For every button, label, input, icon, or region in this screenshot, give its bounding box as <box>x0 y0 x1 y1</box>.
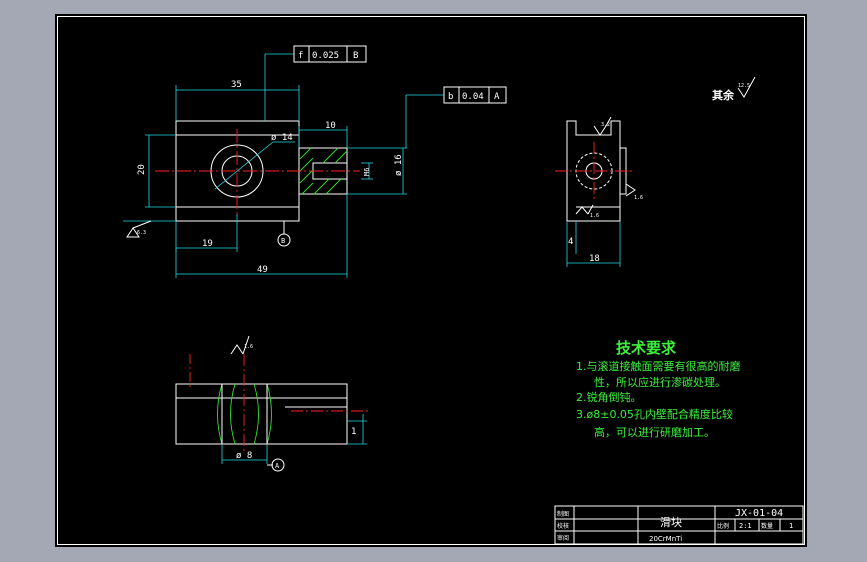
svg-text:A: A <box>494 92 500 102</box>
side-dim-4: 4 <box>568 237 573 247</box>
datum-b-marker: B <box>277 221 291 247</box>
svg-text:0.04: 0.04 <box>462 92 484 102</box>
dim-boss-diameter: ø 16 <box>394 154 404 176</box>
svg-text:3.2: 3.2 <box>601 122 610 128</box>
section-roughness-top: 1.6 <box>230 335 253 355</box>
tb-label-draw: 制图 <box>557 510 569 518</box>
svg-text:B: B <box>281 237 285 245</box>
dim-hole-diameter: ø 14 <box>271 133 293 143</box>
tb-qty-value: 1 <box>789 522 793 530</box>
svg-text:B: B <box>353 51 358 61</box>
tolerance-frame-right: b 0.04 A <box>405 86 507 148</box>
tech-line-4: 3.ø8±0.05孔内壁配合精度比较 <box>576 407 733 421</box>
dim-width-top: 35 <box>231 80 242 90</box>
tolerance-frame-top: f 0.025 B <box>264 45 367 121</box>
tech-line-3: 2.锐角倒钝。 <box>576 390 642 404</box>
tb-scale-label: 比例 <box>717 522 729 530</box>
svg-text:其余: 其余 <box>712 88 735 102</box>
tb-label-check: 校核 <box>557 522 569 530</box>
datum-a-marker: A <box>267 458 285 472</box>
tb-label-review: 审阅 <box>557 534 569 542</box>
sheet-border <box>57 16 805 545</box>
svg-text:f: f <box>298 51 303 61</box>
drawing-sheet: 35 10 20 ø 14 M6 ø 16 19 49 f 0.025 B b … <box>55 14 807 547</box>
technical-requirements: 技术要求 1.与滚道接触面需要有很高的耐磨 性，所以应进行渗碳处理。 2.锐角倒… <box>576 339 741 439</box>
dim-hole-position: 19 <box>202 239 213 249</box>
tech-line-1: 1.与滚道接触面需要有很高的耐磨 <box>576 359 741 373</box>
svg-text:1.6: 1.6 <box>244 344 253 350</box>
section-dim-bore: ø 8 <box>236 451 252 461</box>
tb-qty-label: 数量 <box>761 522 773 530</box>
svg-text:A: A <box>275 462 280 470</box>
tb-scale-value: 2:1 <box>739 522 752 530</box>
svg-text:1.6: 1.6 <box>590 213 599 219</box>
section-outline <box>175 383 348 445</box>
title-block: 制图 校核 审阅 滑块 20CrMnTi JX-01-04 比例 2:1 数量 … <box>554 505 804 545</box>
side-dim-18: 18 <box>589 254 600 264</box>
dim-total-length: 49 <box>257 265 268 275</box>
other-surface-finish: 其余 12.5 <box>712 76 756 102</box>
front-view: 35 10 20 ø 14 M6 ø 16 19 49 f 0.025 B b … <box>123 45 507 278</box>
svg-text:1.6: 1.6 <box>634 195 643 201</box>
tb-material: 20CrMnTi <box>649 535 682 543</box>
tb-drawing-number: JX-01-04 <box>735 508 783 519</box>
tech-title: 技术要求 <box>616 339 677 357</box>
dim-thread: M6 <box>363 168 371 176</box>
section-bore-left-hatch <box>217 383 223 445</box>
side-roughness-right: 1.6 <box>625 183 643 201</box>
side-roughness-top: 3.2 <box>593 116 612 136</box>
cad-drawing: 35 10 20 ø 14 M6 ø 16 19 49 f 0.025 B b … <box>57 16 805 545</box>
side-view: 3.2 1.6 1.6 4 18 <box>555 116 643 267</box>
roughness-symbol-left: 6.3 <box>123 220 176 238</box>
section-view: 1.6 ø 8 A 1 <box>175 335 370 472</box>
dim-boss-length: 10 <box>325 121 336 131</box>
tech-line-5: 高，可以进行研磨加工。 <box>594 425 715 439</box>
tb-part-name: 滑块 <box>660 516 682 529</box>
svg-text:0.025: 0.025 <box>312 51 339 61</box>
svg-text:12.5: 12.5 <box>738 83 750 89</box>
dim-height: 20 <box>137 164 147 175</box>
section-dim-1: 1 <box>351 427 356 437</box>
svg-text:6.3: 6.3 <box>137 230 146 236</box>
tech-line-2: 性，所以应进行渗碳处理。 <box>594 375 726 389</box>
svg-text:b: b <box>448 92 453 102</box>
